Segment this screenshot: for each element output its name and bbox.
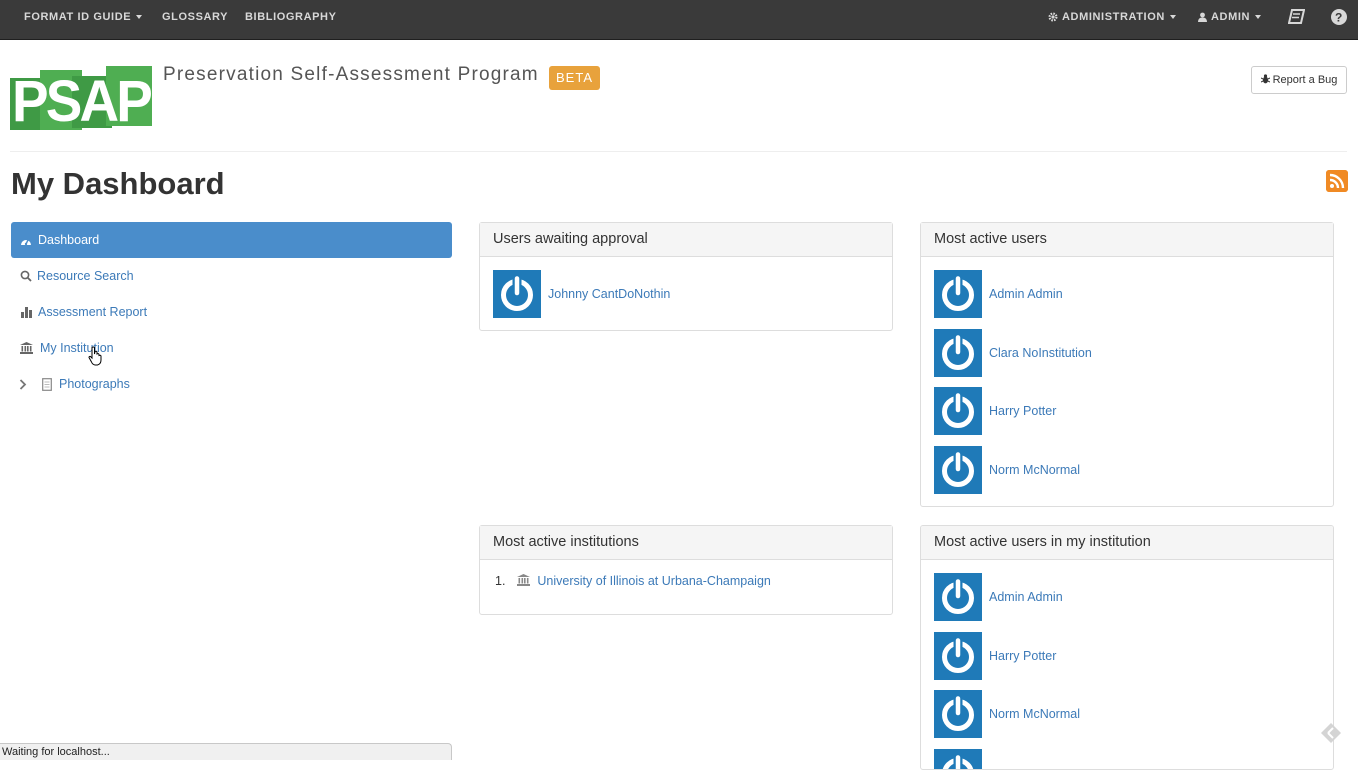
panel-users-awaiting-approval: Users awaiting approval Johnny CantDoNot… <box>479 222 893 331</box>
panel-most-active-institutions: Most active institutions 1. University o… <box>479 525 893 615</box>
panel-title: Most active users in my institution <box>921 526 1333 560</box>
avatar[interactable] <box>934 387 982 435</box>
institution-icon <box>517 574 530 586</box>
chevron-right-icon[interactable] <box>19 366 27 402</box>
page-title: My Dashboard <box>11 166 225 202</box>
site-title[interactable]: Preservation Self-Assessment Program <box>163 64 539 86</box>
avatar[interactable] <box>934 270 982 318</box>
user-link[interactable]: Admin Admin <box>989 270 1063 318</box>
nav-admin-user[interactable]: ADMIN <box>1198 0 1261 39</box>
sidebar-item-label: Dashboard <box>38 222 99 258</box>
caret-down-icon <box>136 15 142 19</box>
dashboard-icon <box>20 222 32 258</box>
nav-book[interactable] <box>1288 0 1305 39</box>
report-bug-label: Report a Bug <box>1273 74 1338 86</box>
svg-text:?: ? <box>1335 10 1343 24</box>
sidebar-item-photographs[interactable]: Photographs <box>11 366 452 402</box>
institution-icon <box>20 330 33 366</box>
beta-badge: BETA <box>549 66 600 90</box>
panel-title: Users awaiting approval <box>480 223 892 257</box>
user-link[interactable]: Admin Admin <box>989 573 1063 621</box>
bar-chart-icon <box>21 294 32 330</box>
avatar[interactable] <box>934 690 982 738</box>
list-item: 1. University of Illinois at Urbana-Cham… <box>495 571 771 591</box>
sidebar-item-label: Photographs <box>59 366 130 402</box>
diamond-arrow-icon[interactable] <box>1320 722 1342 744</box>
nav-glossary[interactable]: GLOSSARY <box>162 0 228 39</box>
hand-cursor-icon <box>88 346 104 366</box>
user-link[interactable]: Norm McNormal <box>989 446 1080 494</box>
user-link[interactable]: Johnny CantDoNothin <box>548 270 670 318</box>
panel-most-active-users: Most active users Admin Admin Clara NoIn… <box>920 222 1334 507</box>
nav-administration-label: ADMINISTRATION <box>1062 11 1165 23</box>
nav-administration[interactable]: ADMINISTRATION <box>1048 0 1176 39</box>
caret-down-icon <box>1170 15 1176 19</box>
avatar[interactable] <box>934 632 982 680</box>
user-link[interactable]: Clara NoInstitution <box>989 329 1092 377</box>
svg-text:PSAP: PSAP <box>12 69 151 130</box>
user-icon <box>1198 12 1207 22</box>
nav-bibliography[interactable]: BIBLIOGRAPHY <box>245 0 337 39</box>
help-icon: ? <box>1331 9 1347 25</box>
rss-feed-icon[interactable] <box>1326 170 1348 192</box>
panel-title: Most active users <box>921 223 1333 257</box>
list-number: 1. <box>495 574 505 588</box>
gear-icon <box>1048 12 1058 22</box>
nav-format-id-guide-label: FORMAT ID GUIDE <box>24 11 131 23</box>
avatar[interactable] <box>934 446 982 494</box>
institution-link[interactable]: University of Illinois at Urbana-Champai… <box>537 574 770 588</box>
nav-glossary-label: GLOSSARY <box>162 11 228 23</box>
psap-logo[interactable]: PSAP <box>10 66 152 130</box>
sidebar-item-label: Resource Search <box>37 258 134 294</box>
browser-status-bar: Waiting for localhost... <box>0 743 452 760</box>
avatar[interactable] <box>934 573 982 621</box>
header-divider <box>10 151 1347 152</box>
sidebar-item-my-institution[interactable]: My Institution <box>11 330 452 366</box>
bug-icon <box>1261 74 1270 84</box>
book-icon <box>1288 9 1305 25</box>
sidebar-item-assessment-report[interactable]: Assessment Report <box>11 294 452 330</box>
sidebar-item-resource-search[interactable]: Resource Search <box>11 258 452 294</box>
nav-help[interactable]: ? <box>1331 0 1347 39</box>
nav-bibliography-label: BIBLIOGRAPHY <box>245 11 337 23</box>
site-header: PSAP Preservation Self-Assessment Progra… <box>0 40 1358 152</box>
panel-most-active-users-my-institution: Most active users in my institution Admi… <box>920 525 1334 770</box>
user-link[interactable]: Harry Potter <box>989 632 1056 680</box>
user-link[interactable]: Norm McNormal <box>989 690 1080 738</box>
search-icon <box>20 258 32 294</box>
top-navbar: FORMAT ID GUIDE GLOSSARY BIBLIOGRAPHY AD… <box>0 0 1358 40</box>
nav-admin-label: ADMIN <box>1211 11 1250 23</box>
report-bug-button[interactable]: Report a Bug <box>1251 66 1347 94</box>
sidebar-item-label: Assessment Report <box>38 294 147 330</box>
avatar[interactable] <box>493 270 541 318</box>
panel-title: Most active institutions <box>480 526 892 560</box>
nav-format-id-guide[interactable]: FORMAT ID GUIDE <box>24 0 142 39</box>
user-link[interactable]: Harry Potter <box>989 387 1056 435</box>
sidebar-item-dashboard[interactable]: Dashboard <box>11 222 452 258</box>
document-icon <box>42 366 52 402</box>
avatar[interactable] <box>934 329 982 377</box>
caret-down-icon <box>1255 15 1261 19</box>
